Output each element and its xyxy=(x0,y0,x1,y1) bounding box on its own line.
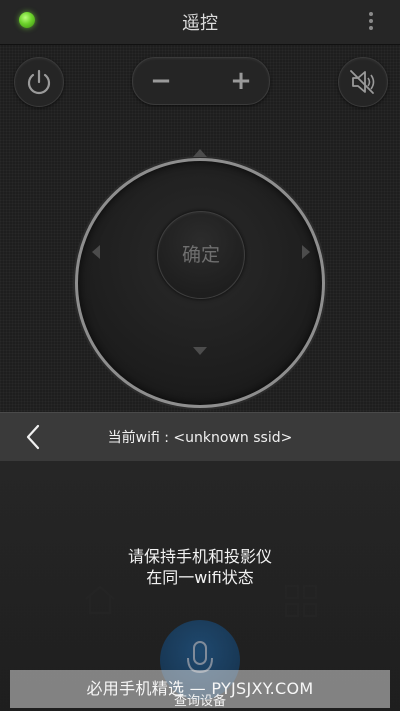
message-line-1: 请保持手机和投影仪 xyxy=(127,547,272,566)
up-arrow-icon[interactable] xyxy=(193,149,207,157)
wifi-hint-message: 请保持手机和投影仪 在同一wifi状态 xyxy=(0,546,400,588)
right-arrow-icon[interactable] xyxy=(302,245,310,259)
current-wifi-label: 当前wifi : <unknown ssid> xyxy=(107,430,293,446)
message-line-2: 在同一wifi状态 xyxy=(146,568,254,587)
dpad-arrows xyxy=(92,149,310,355)
watermark: 必用手机精选 — PYJSJXY.COM xyxy=(10,670,390,708)
down-arrow-icon[interactable] xyxy=(193,347,207,355)
sheet-header: 当前wifi : <unknown ssid> xyxy=(0,412,400,461)
wifi-sheet: 当前wifi : <unknown ssid> 请保持手机和投影仪 在同一wif… xyxy=(0,412,400,711)
ok-button[interactable]: 确定 xyxy=(157,211,245,299)
left-arrow-icon[interactable] xyxy=(92,245,100,259)
